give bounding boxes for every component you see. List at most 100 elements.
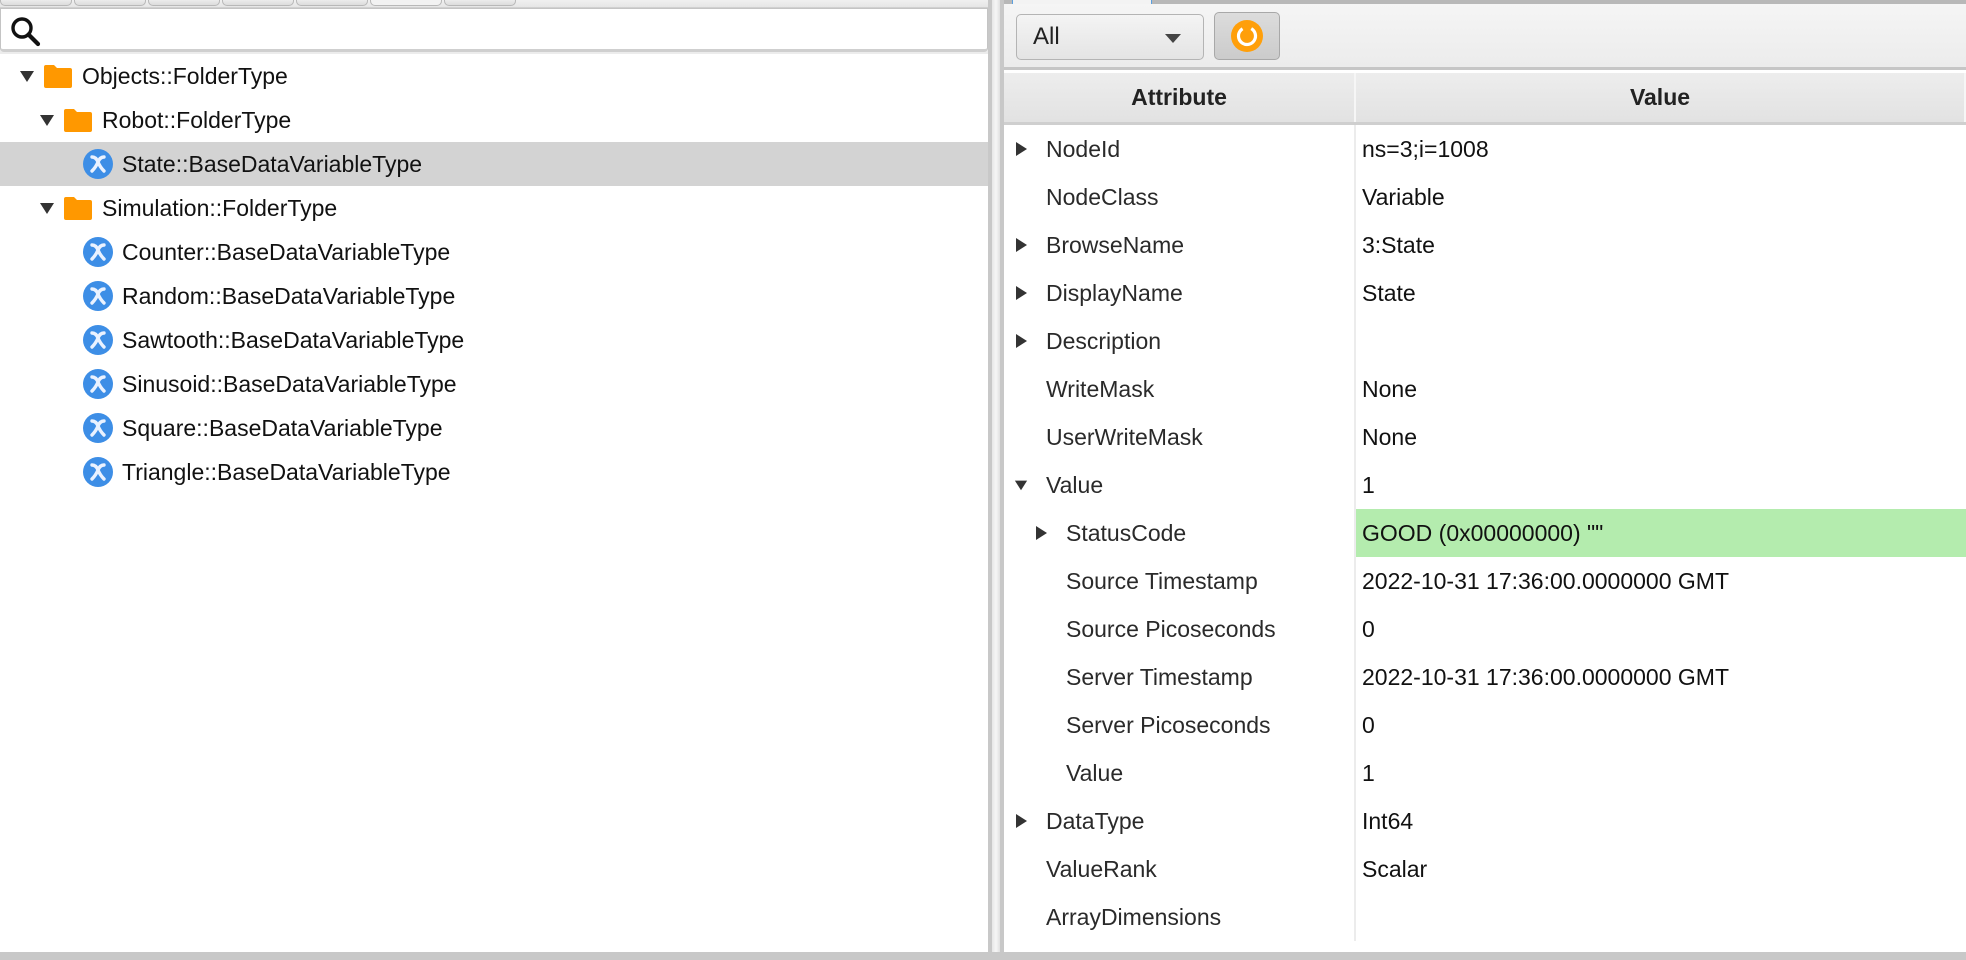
expand-arrow-right-icon[interactable]	[1010, 330, 1032, 352]
table-row[interactable]: Source Picoseconds 0	[1004, 605, 1966, 653]
table-row[interactable]: NodeClass Variable	[1004, 173, 1966, 221]
table-row[interactable]: Value 1	[1004, 749, 1966, 797]
value-cell: None	[1362, 375, 1417, 402]
tree-node-label: Objects::FolderType	[82, 62, 288, 89]
tree-node[interactable]: Square::BaseDataVariableType	[0, 406, 988, 450]
tree-node-label: Robot::FolderType	[102, 106, 292, 133]
attribute-cell: BrowseName	[1004, 221, 1356, 269]
attribute-name: DataType	[1046, 807, 1145, 834]
expand-arrow-right-icon[interactable]	[1010, 234, 1032, 256]
tree-node-label: Triangle::BaseDataVariableType	[122, 458, 451, 485]
folder-icon	[42, 63, 74, 89]
value-cell: ns=3;i=1008	[1362, 135, 1489, 162]
folder-icon	[62, 195, 94, 221]
table-row[interactable]: Description	[1004, 317, 1966, 365]
tree-node[interactable]: Objects::FolderType	[0, 54, 988, 98]
tree-node-label: Simulation::FolderType	[102, 194, 338, 221]
table-row[interactable]: Value 1	[1004, 461, 1966, 509]
expand-arrow-down-icon[interactable]	[16, 65, 38, 87]
attribute-cell: ValueRank	[1004, 845, 1356, 893]
tree-node[interactable]: Robot::FolderType	[0, 98, 988, 142]
attribute-name: Description	[1046, 327, 1162, 354]
table-row[interactable]: ArrayDimensions	[1004, 893, 1966, 941]
left-tab-6[interactable]	[444, 0, 516, 6]
attribute-cell: DisplayName	[1004, 269, 1356, 317]
attribute-name: BrowseName	[1046, 231, 1185, 258]
table-row[interactable]: Source Timestamp 2022-10-31 17:36:00.0000…	[1004, 557, 1966, 605]
table-row[interactable]: NodeId ns=3;i=1008	[1004, 125, 1966, 173]
table-body: NodeId ns=3;i=1008 NodeClass Variable Browse…	[1004, 125, 1966, 941]
attribute-cell: Description	[1004, 317, 1356, 365]
table-row[interactable]: UserWriteMask None	[1004, 413, 1966, 461]
table-row[interactable]: BrowseName 3:State	[1004, 221, 1966, 269]
refresh-icon	[1231, 20, 1263, 52]
table-row[interactable]: StatusCode GOOD (0x00000000) ""	[1004, 509, 1966, 557]
column-header-value[interactable]: Value	[1356, 73, 1966, 122]
tree-node[interactable]: Random::BaseDataVariableType	[0, 274, 988, 318]
tree-node[interactable]: Counter::BaseDataVariableType	[0, 230, 988, 274]
table-row[interactable]: DataType Int64	[1004, 797, 1966, 845]
left-tab-1[interactable]	[74, 0, 146, 6]
folder-icon	[62, 107, 94, 133]
search-box[interactable]	[0, 8, 988, 52]
attribute-name: Value	[1066, 759, 1124, 786]
tree-node-label: Square::BaseDataVariableType	[122, 414, 443, 441]
attribute-cell: Value	[1004, 461, 1356, 509]
attribute-name: ValueRank	[1046, 855, 1157, 882]
expand-arrow-right-icon[interactable]	[1010, 138, 1032, 160]
attribute-name: WriteMask	[1046, 375, 1155, 402]
value-cell	[1356, 317, 1966, 365]
table-row[interactable]: WriteMask None	[1004, 365, 1966, 413]
left-tab-0[interactable]	[0, 0, 72, 6]
attributes-panel: All Attribute Value NodeId ns=3;i=1008 Nod…	[1004, 0, 1966, 952]
tree-node[interactable]: Sawtooth::BaseDataVariableType	[0, 318, 988, 362]
window-bottom-border	[0, 952, 1966, 960]
attributes-toolbar: All	[1004, 4, 1966, 70]
attribute-name: Value	[1046, 471, 1104, 498]
variable-icon	[82, 324, 114, 356]
attribute-name: Source Picoseconds	[1066, 615, 1276, 642]
expand-arrow-down-icon[interactable]	[36, 109, 58, 131]
left-tab-5[interactable]	[370, 0, 442, 6]
expand-arrow-right-icon[interactable]	[1010, 810, 1032, 832]
filter-selected-value: All	[1033, 23, 1060, 50]
expand-arrow-right-icon[interactable]	[1010, 282, 1032, 304]
value-cell: 1	[1362, 471, 1375, 498]
attribute-cell: WriteMask	[1004, 365, 1356, 413]
left-tab-strip	[0, 0, 988, 8]
left-tab-3[interactable]	[222, 0, 294, 6]
tree-node[interactable]: State::BaseDataVariableType	[0, 142, 988, 186]
attribute-name: NodeClass	[1046, 183, 1159, 210]
pane-splitter[interactable]	[988, 0, 1004, 952]
expand-arrow-down-icon[interactable]	[36, 197, 58, 219]
search-input[interactable]	[49, 13, 981, 47]
tree-node[interactable]: Sinusoid::BaseDataVariableType	[0, 362, 988, 406]
splitter-grip[interactable]	[992, 0, 1000, 952]
table-row[interactable]: Server Picoseconds 0	[1004, 701, 1966, 749]
expand-arrow-right-icon[interactable]	[1030, 522, 1052, 544]
attribute-cell: Value	[1004, 749, 1356, 797]
value-cell: State	[1362, 279, 1416, 306]
tree-node-label: Sinusoid::BaseDataVariableType	[122, 370, 457, 397]
value-cell: 3:State	[1362, 231, 1435, 258]
refresh-button[interactable]	[1214, 12, 1280, 60]
attribute-cell: StatusCode	[1004, 509, 1356, 557]
tree-node-label: Random::BaseDataVariableType	[122, 282, 456, 309]
table-row[interactable]: ValueRank Scalar	[1004, 845, 1966, 893]
table-row[interactable]: DisplayName State	[1004, 269, 1966, 317]
attribute-name: StatusCode	[1066, 519, 1187, 546]
expand-arrow-down-icon[interactable]	[1010, 474, 1032, 496]
attribute-cell: Server Timestamp	[1004, 653, 1356, 701]
value-cell: 1	[1362, 759, 1375, 786]
tree-node[interactable]: Triangle::BaseDataVariableType	[0, 450, 988, 494]
left-tab-4[interactable]	[296, 0, 368, 6]
column-header-attribute[interactable]: Attribute	[1004, 73, 1356, 122]
table-row[interactable]: Server Timestamp 2022-10-31 17:36:00.0000…	[1004, 653, 1966, 701]
address-space-panel: Objects::FolderTypeRobot::FolderTypeStat…	[0, 0, 988, 952]
attributes-table: Attribute Value NodeId ns=3;i=1008 NodeCla…	[1004, 73, 1966, 941]
attribute-name: Server Timestamp	[1066, 663, 1253, 690]
attribute-filter-dropdown[interactable]: All	[1016, 14, 1204, 60]
left-tab-2[interactable]	[148, 0, 220, 6]
tree-node-label: Sawtooth::BaseDataVariableType	[122, 326, 465, 353]
tree-node[interactable]: Simulation::FolderType	[0, 186, 988, 230]
